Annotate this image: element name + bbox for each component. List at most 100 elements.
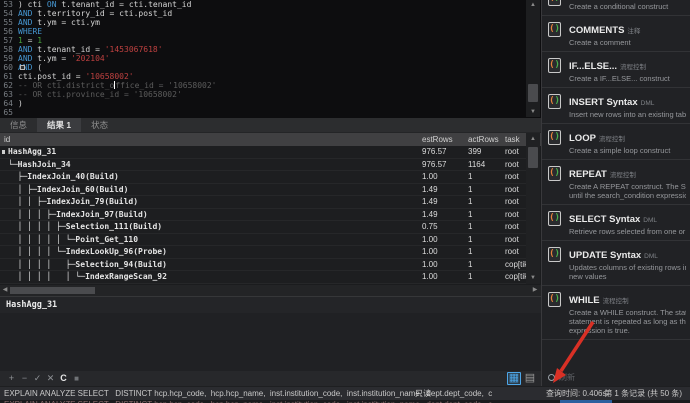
cell-estrows: 1.00 [422,259,466,272]
snippet-file-icon: () [548,94,561,109]
snippet-title: INSERT Syntax [569,97,638,108]
code-line-60[interactable]: 60AND ( [0,63,541,72]
snippet-update-syntax[interactable]: ()UPDATE SyntaxDMLUpdates columns of exi… [542,241,690,286]
snippet-loop[interactable]: ()LOOP流程控制Create a simple loop construct [542,124,690,160]
plan-row[interactable]: │ │ │ │ ├─Selection_94(Build)1.001cop[ti… [0,259,527,272]
code-line-62[interactable]: 62-- OR cti.district_office_id = '106580… [0,81,541,90]
code-line-54[interactable]: 54AND t.territory_id = cti.post_id [0,9,541,18]
snippet-title: WHILE [569,295,600,306]
delete-row-icon[interactable]: − [18,371,31,386]
snippet-category-tag: 流程控制 [610,172,636,179]
snippet-insert-syntax[interactable]: ()INSERT SyntaxDMLInsert new rows into a… [542,88,690,124]
grid-hscroll-thumb[interactable] [10,287,95,294]
line-number: 61 [0,72,18,81]
snippet-select-syntax[interactable]: ()SELECT SyntaxDMLRetrieve rows selected… [542,205,690,241]
snippets-panel: ()Create a conditional construct()COMMEN… [541,0,690,386]
snippet-comments[interactable]: ()COMMENTS注释Create a comment [542,16,690,52]
cell-actrows: 1 [468,234,504,247]
cell-task: root [505,221,527,234]
snippet-description: Create A REPEAT construct. The Statement… [569,182,686,191]
app-window: 53) cti ON t.tenant_id = cti.tenant_id54… [0,0,690,403]
scroll-down-icon[interactable]: ▼ [526,273,540,283]
code-text: ) cti ON t.tenant_id = cti.tenant_id [18,0,191,9]
tab-status[interactable]: 状态 [81,118,118,132]
plan-row[interactable]: HashAgg_31976.57399root [0,146,527,159]
cell-id: │ │ │ │ ├─Selection_94(Build) [0,259,420,272]
tab-info[interactable]: 信息 [0,118,37,132]
code-line-55[interactable]: 55AND t.ym = cti.ym [0,18,541,27]
code-line-64[interactable]: 64) [0,99,541,108]
readonly-badge: 只读 [415,387,431,400]
plan-row[interactable]: │ ├─IndexJoin_60(Build)1.491root [0,184,527,197]
code-line-56[interactable]: 56WHERE [0,27,541,36]
add-row-icon[interactable]: + [5,371,18,386]
tab-result-1[interactable]: 结果 1 [37,118,81,132]
column-header-actrows[interactable]: actRows [468,133,499,146]
code-line-63[interactable]: 63-- OR cti.province_id = '10658002' [0,90,541,99]
cell-actrows: 1164 [468,159,504,172]
line-number: 65 [0,108,18,117]
editor-scroll-thumb[interactable] [528,84,538,102]
plan-row[interactable]: │ │ │ │ │ └─IndexRangeScan_921.001cop[ti… [0,271,527,284]
form-view-icon[interactable]: ▤ [523,372,537,385]
snippet-category-tag: DML [641,100,655,107]
snippet-title: SELECT Syntax [569,214,640,225]
plan-row[interactable]: │ │ │ │ └─IndexLookUp_96(Probe)1.001root [0,246,527,259]
scroll-right-icon[interactable]: ▶ [530,285,540,296]
cell-id: │ │ ├─IndexJoin_79(Build) [0,196,420,209]
status-bar: EXPLAIN ANALYZE SELECT DISTINCT hcp.hcp_… [0,386,690,400]
code-line-59[interactable]: 59AND t.ym = '202104' [0,54,541,63]
grid-scroll-thumb[interactable] [528,147,538,168]
plan-row[interactable]: │ │ │ │ ├─Selection_111(Build)0.751root [0,221,527,234]
scroll-up-icon[interactable]: ▲ [526,134,540,144]
cell-task: root [505,171,527,184]
refresh-icon[interactable] [548,374,555,381]
snippet-file-icon: () [548,130,561,145]
plan-row[interactable]: │ │ ├─IndexJoin_79(Build)1.491root [0,196,527,209]
cell-estrows: 1.00 [422,234,466,247]
view-toggles: ▦ ▤ [507,372,537,385]
column-header-estrows[interactable]: estRows [422,133,453,146]
plan-row[interactable]: ├─IndexJoin_40(Build)1.001root [0,171,527,184]
line-number: 55 [0,18,18,27]
editor-lines: 53) cti ON t.tenant_id = cti.tenant_id54… [0,0,541,117]
code-line-53[interactable]: 53) cti ON t.tenant_id = cti.tenant_id [0,0,541,9]
snippet-list: ()Create a conditional construct()COMMEN… [542,0,690,340]
scroll-down-icon[interactable]: ▼ [526,107,540,117]
commit-icon[interactable]: C [57,371,70,386]
snippet-title: UPDATE Syntax [569,250,641,261]
snippet-while[interactable]: ()WHILE流程控制Create a WHILE construct. The… [542,286,690,340]
plan-row[interactable]: │ │ │ ├─IndexJoin_97(Build)1.491root [0,209,527,222]
code-text: AND t.ym = cti.ym [18,18,100,27]
grid-view-icon[interactable]: ▦ [507,372,521,385]
snippet-title: IF...ELSE... [569,61,617,72]
code-line-61[interactable]: 61cti.post_id = '10658002' [0,72,541,81]
code-text: -- OR cti.province_id = '10658002' [18,90,182,99]
grid-horizontal-scrollbar[interactable]: ◀ ▶ [0,285,541,296]
snippet-file-icon: () [548,166,561,181]
scroll-left-icon[interactable]: ◀ [0,285,10,296]
snippet-if-else[interactable]: ()IF...ELSE...流程控制Create a IF...ELSE... … [542,52,690,88]
column-header-id[interactable]: id [4,133,10,146]
line-number: 62 [0,81,18,90]
stop-icon[interactable]: ■ [70,371,83,386]
snippet-repeat[interactable]: () REPEAT流程控制 Create A REPEAT construct. T… [542,160,690,205]
cell-id: │ │ │ │ ├─Selection_111(Build) [0,221,420,234]
cell-estrows: 1.00 [422,171,466,184]
code-line-65[interactable]: 65 [0,108,541,117]
sql-editor[interactable]: 53) cti ON t.tenant_id = cti.tenant_id54… [0,0,541,118]
snippet-title: REPEAT [569,169,607,180]
code-line-57[interactable]: 571 = 1 [0,36,541,45]
apply-changes-icon[interactable]: ✓ [31,371,44,386]
snippet-file-icon: () [548,22,561,37]
column-header-task[interactable]: task [505,133,520,146]
grid-vertical-scrollbar[interactable]: ▲ ▼ [526,133,540,284]
scroll-up-icon[interactable]: ▲ [526,0,540,10]
plan-row[interactable]: └─HashJoin_34976.571164root [0,159,527,172]
cancel-changes-icon[interactable]: ✕ [44,371,57,386]
plan-row[interactable]: │ │ │ │ │ └─Point_Get_1101.001root [0,234,527,247]
editor-vertical-scrollbar[interactable]: ▲ ▼ [526,0,540,117]
code-text: ) [18,99,23,108]
snippet-partial[interactable]: ()Create a conditional construct [542,0,690,16]
code-line-58[interactable]: 58AND t.tenant_id = '1453067618' [0,45,541,54]
